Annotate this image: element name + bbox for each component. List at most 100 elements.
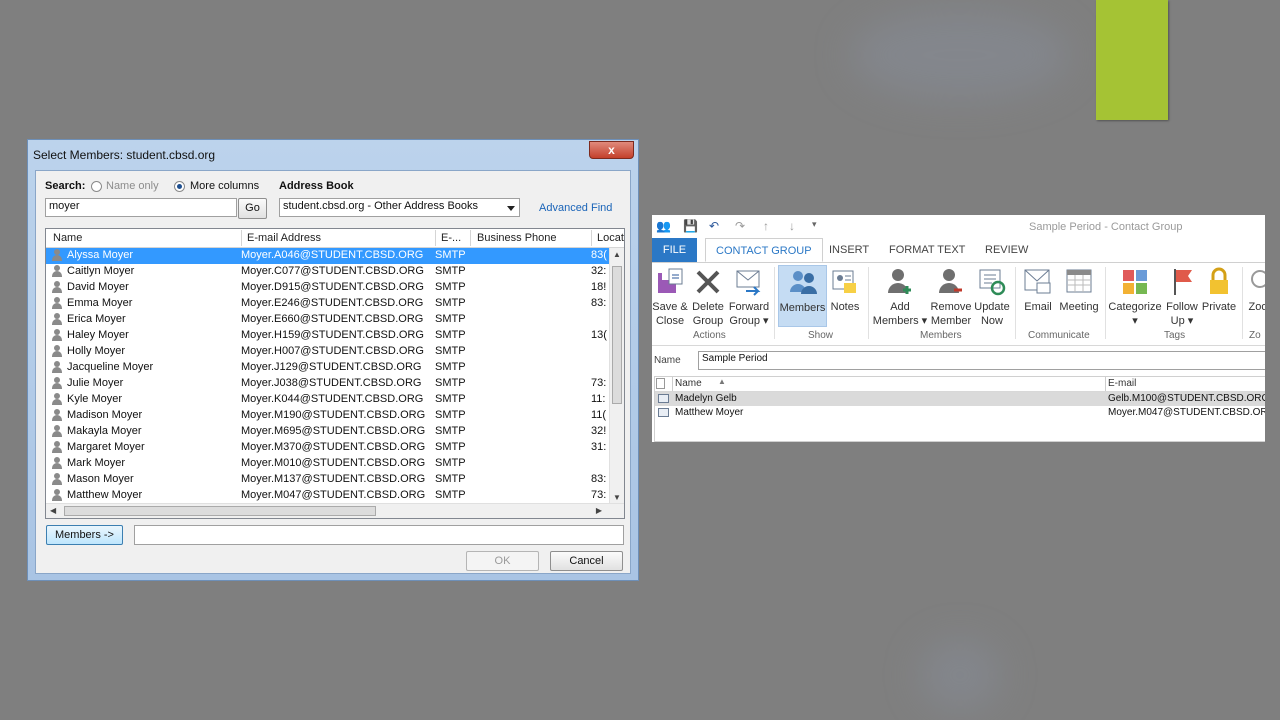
categorize-button[interactable]: Categorize ▾ (1108, 265, 1162, 328)
private-button[interactable]: Private (1201, 265, 1237, 314)
scroll-left-icon[interactable]: ◀ (50, 506, 56, 515)
result-name: Julie Moyer (67, 377, 124, 389)
save-icon[interactable]: 💾 (683, 219, 698, 233)
result-row[interactable]: Haley Moyer Moyer.H159@STUDENT.CBSD.ORG SM… (46, 328, 612, 344)
down-arrow-icon[interactable]: ↓ (789, 219, 795, 233)
advanced-find-link[interactable]: Advanced Find (539, 202, 612, 214)
horizontal-scrollbar[interactable]: ◀ ▶ (46, 503, 624, 518)
result-row[interactable]: Makayla Moyer Moyer.M695@STUDENT.CBSD.ORG… (46, 424, 612, 440)
person-icon (52, 489, 62, 501)
horizontal-scroll-thumb[interactable] (64, 506, 376, 516)
result-row[interactable]: Matthew Moyer Moyer.M047@STUDENT.CBSD.ORG… (46, 488, 612, 504)
result-row[interactable]: Alyssa Moyer Moyer.A046@STUDENT.CBSD.ORG S… (46, 248, 612, 264)
result-row[interactable]: Erica Moyer Moyer.E660@STUDENT.CBSD.ORG SM… (46, 312, 612, 328)
follow-up-button[interactable]: Follow Up ▾ (1164, 265, 1200, 328)
tab-format-text[interactable]: FORMAT TEXT (889, 244, 965, 256)
result-row[interactable]: Margaret Moyer Moyer.M370@STUDENT.CBSD.OR… (46, 440, 612, 456)
tab-insert[interactable]: INSERT (829, 244, 869, 256)
tab-review[interactable]: REVIEW (985, 244, 1028, 256)
vertical-scroll-thumb[interactable] (612, 266, 622, 404)
dialog-body: Search: Name only More columns Address B… (35, 170, 631, 574)
scroll-right-icon[interactable]: ▶ (596, 506, 602, 515)
scroll-up-icon[interactable]: ▲ (613, 250, 621, 259)
result-name: Emma Moyer (67, 297, 133, 309)
add-members-button[interactable]: Add Members ▾ (872, 265, 928, 328)
search-input[interactable]: moyer (45, 198, 237, 217)
members-button[interactable]: Members -> (46, 525, 123, 545)
result-row[interactable]: David Moyer Moyer.D915@STUDENT.CBSD.ORG SM… (46, 280, 612, 296)
result-row[interactable]: Mark Moyer Moyer.M010@STUDENT.CBSD.ORG SMT… (46, 456, 612, 472)
tab-contact-group[interactable]: CONTACT GROUP (705, 238, 823, 262)
result-location: 11( (591, 409, 607, 421)
more-columns-radio[interactable] (174, 181, 185, 192)
address-book-select[interactable]: student.cbsd.org - Other Address Books (279, 198, 520, 217)
name-row: Name Sample Period (652, 349, 1265, 373)
result-row[interactable]: Jacqueline Moyer Moyer.J129@STUDENT.CBSD.… (46, 360, 612, 376)
forward-group-label-1: Forward (728, 301, 770, 313)
member-email: Gelb.M100@STUDENT.CBSD.ORG (1108, 393, 1265, 404)
group-name-input[interactable]: Sample Period (698, 351, 1265, 370)
column-header-member-email[interactable]: E-mail (1108, 378, 1136, 389)
results-header: Name E-mail Address E-... Business Phone… (46, 229, 624, 248)
result-location: 13( (591, 329, 607, 341)
result-name: Erica Moyer (67, 313, 126, 325)
person-icon (52, 265, 62, 277)
result-row[interactable]: Mason Moyer Moyer.M137@STUDENT.CBSD.ORG SM… (46, 472, 612, 488)
result-row[interactable]: Kyle Moyer Moyer.K044@STUDENT.CBSD.ORG SMT… (46, 392, 612, 408)
scroll-down-icon[interactable]: ▼ (613, 493, 621, 502)
tab-file[interactable]: FILE (652, 238, 697, 262)
result-email: Moyer.J129@STUDENT.CBSD.ORG (241, 361, 422, 373)
result-row[interactable]: Madison Moyer Moyer.M190@STUDENT.CBSD.ORG… (46, 408, 612, 424)
save-close-label-1: Save & (652, 301, 688, 313)
customize-toolbar-icon[interactable]: ▾ (812, 219, 817, 230)
redo-icon[interactable]: ↷ (735, 219, 745, 233)
member-row[interactable]: Matthew Moyer Moyer.M047@STUDENT.CBSD.OR… (655, 406, 1265, 420)
result-row[interactable]: Holly Moyer Moyer.H007@STUDENT.CBSD.ORG SM… (46, 344, 612, 360)
ok-button[interactable]: OK (466, 551, 539, 571)
members-view-button[interactable]: Members (778, 265, 827, 327)
result-location: 18! (591, 281, 607, 293)
cancel-button[interactable]: Cancel (550, 551, 623, 571)
forward-group-button[interactable]: Forward Group ▾ (728, 265, 770, 328)
add-member-icon (885, 267, 915, 297)
result-email-type: SMTP (435, 489, 466, 501)
result-email: Moyer.E660@STUDENT.CBSD.ORG (241, 313, 424, 325)
result-location: 11: (591, 393, 606, 405)
delete-group-label-1: Delete (692, 301, 724, 313)
result-email: Moyer.M137@STUDENT.CBSD.ORG (241, 473, 426, 485)
meeting-button[interactable]: Meeting (1057, 265, 1101, 314)
save-close-button[interactable]: Save & Close (652, 265, 688, 328)
categorize-icon (1120, 267, 1150, 297)
undo-icon[interactable]: ↶ (709, 219, 719, 233)
email-button[interactable]: Email (1020, 265, 1056, 314)
result-row[interactable]: Julie Moyer Moyer.J038@STUDENT.CBSD.ORG SM… (46, 376, 612, 392)
result-row[interactable]: Caitlyn Moyer Moyer.C077@STUDENT.CBSD.ORG… (46, 264, 612, 280)
up-arrow-icon[interactable]: ↑ (763, 219, 769, 233)
member-row[interactable]: Madelyn Gelb Gelb.M100@STUDENT.CBSD.ORG (655, 392, 1265, 406)
result-name: Madison Moyer (67, 409, 143, 421)
name-only-radio[interactable] (91, 181, 102, 192)
results-list[interactable]: Name E-mail Address E-... Business Phone… (45, 228, 625, 519)
go-button[interactable]: Go (238, 198, 267, 219)
result-email: Moyer.H159@STUDENT.CBSD.ORG (241, 329, 424, 341)
remove-member-icon (936, 267, 966, 297)
zoom-button[interactable]: Zoo (1246, 265, 1265, 314)
remove-member-button[interactable]: Remove Member (929, 265, 973, 328)
notes-button[interactable]: Notes (829, 265, 861, 314)
update-now-button[interactable]: Update Now (974, 265, 1010, 328)
vertical-scrollbar[interactable]: ▲ ▼ (609, 248, 624, 504)
person-icon (52, 393, 62, 405)
result-email-type: SMTP (435, 377, 466, 389)
result-email: Moyer.C077@STUDENT.CBSD.ORG (241, 265, 424, 277)
add-members-label-2: Members ▾ (872, 315, 928, 327)
delete-group-button[interactable]: Delete Group (690, 265, 726, 328)
notes-label: Notes (830, 301, 860, 313)
close-button[interactable]: x (589, 141, 634, 159)
ribbon-tabs: FILE CONTACT GROUP INSERT FORMAT TEXT RE… (652, 238, 1265, 263)
column-header-member-name[interactable]: Name (675, 378, 702, 389)
members-field[interactable] (134, 525, 624, 545)
contact-group-window: 👥 💾 ↶ ↷ ↑ ↓ ▾ Sample Period - Contact Gr… (652, 215, 1265, 442)
result-row[interactable]: Emma Moyer Moyer.E246@STUDENT.CBSD.ORG SMT… (46, 296, 612, 312)
result-email-type: SMTP (435, 425, 466, 437)
people-icon[interactable]: 👥 (656, 219, 671, 233)
